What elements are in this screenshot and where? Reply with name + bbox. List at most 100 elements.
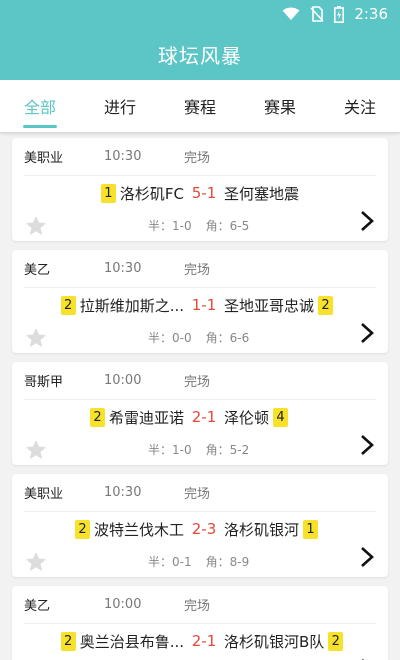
match-time: 10:30 [104,261,142,276]
away-team: 洛杉矶银河B队 [224,632,325,651]
league-name: 美职业 [24,151,64,166]
half-score: 半：0-0 [148,330,192,345]
match-footer: 半：0-1 角：8-9 [24,546,376,576]
star-icon[interactable] [24,438,48,462]
half-score: 半：1-0 [148,218,192,233]
match-score: 2-1 [191,408,217,426]
league-name: 美乙 [24,599,51,614]
away-team: 圣地亚哥忠诚 [224,296,315,315]
home-team: 拉斯维加斯之... [79,296,184,315]
away-side: 圣何塞地震 [224,183,376,204]
match-header: 美职业 10:30 完场 [24,138,376,176]
home-side: 2 希雷迪亚诺 [24,407,184,428]
match-footer: 半：1-0 角：6-5 [24,210,376,240]
away-rank-badge: 1 [303,519,319,539]
chevron-right-icon[interactable] [358,209,376,233]
match-stats: 半：0-1 角：8-9 [148,553,249,570]
away-side: 洛杉矶银河B队 2 [224,631,376,652]
match-teams: 2 希雷迪亚诺 2-1 泽伦顿 4 [24,400,376,434]
no-sim-icon [310,6,324,22]
match-stats: 半：1-0 角：6-5 [148,217,249,234]
home-team: 洛杉矶FC [119,184,184,203]
tab-bar: 全部 进行 赛程 赛果 关注 [0,80,400,132]
half-score: 半：0-1 [148,554,192,569]
chevron-right-icon[interactable] [358,545,376,569]
match-score: 2-1 [191,632,217,650]
league-name: 美乙 [24,263,51,278]
match-card[interactable]: 美乙 10:00 完场 2 奥兰治县布鲁... 2-1 洛杉矶银河B队 2 [12,586,388,660]
app-bar: 球坛风暴 [0,28,400,80]
home-side: 1 洛杉矶FC [24,183,184,204]
match-footer: 半：0-0 角：6-6 [24,322,376,352]
league-name: 美职业 [24,487,64,502]
match-status: 完场 [184,375,211,390]
corner-count: 角：6-6 [205,330,250,345]
match-status: 完场 [184,263,211,278]
home-side: 2 拉斯维加斯之... [24,295,184,316]
match-status: 完场 [184,487,211,502]
match-teams: 2 拉斯维加斯之... 1-1 圣地亚哥忠诚 2 [24,288,376,322]
star-icon[interactable] [24,214,48,238]
half-score: 半：1-0 [148,442,192,457]
home-rank-badge: 2 [89,407,105,427]
match-card[interactable]: 哥斯甲 10:00 完场 2 希雷迪亚诺 2-1 泽伦顿 4 半：1-0 角：5… [12,362,388,465]
match-list: 美职业 10:30 完场 1 洛杉矶FC 5-1 圣何塞地震 半：1-0 角：6… [0,132,400,660]
tab-2[interactable]: 赛程 [160,80,240,132]
match-score: 1-1 [191,296,217,314]
match-score: 2-3 [191,520,217,538]
match-card[interactable]: 美职业 10:30 完场 2 波特兰伐木工 2-3 洛杉矶银河 1 半：0-1 … [12,474,388,577]
match-score: 5-1 [191,184,217,202]
match-stats: 半：0-0 角：6-6 [148,329,249,346]
away-rank-badge: 2 [328,631,344,651]
corner-count: 角：6-5 [205,218,250,233]
match-header: 美乙 10:30 完场 [24,250,376,288]
app-title: 球坛风暴 [158,43,242,68]
wifi-icon [282,7,300,20]
tab-label: 进行 [103,98,136,117]
away-side: 洛杉矶银河 1 [224,519,376,540]
match-time: 10:00 [104,597,142,612]
match-stats: 半：1-0 角：5-2 [148,441,249,458]
tab-3[interactable]: 赛果 [240,80,320,132]
away-side: 圣地亚哥忠诚 2 [224,295,376,316]
status-time: 2:36 [354,5,388,23]
match-time: 10:00 [104,373,142,388]
match-teams: 2 波特兰伐木工 2-3 洛杉矶银河 1 [24,512,376,546]
match-header: 美乙 10:00 完场 [24,586,376,624]
match-status: 完场 [184,599,211,614]
tab-0[interactable]: 全部 [0,80,80,132]
match-time: 10:30 [104,149,142,164]
home-side: 2 波特兰伐木工 [24,519,184,540]
status-bar: 2:36 [0,0,400,28]
tab-label: 全部 [23,98,56,117]
tab-label: 关注 [343,98,376,117]
match-card[interactable]: 美职业 10:30 完场 1 洛杉矶FC 5-1 圣何塞地震 半：1-0 角：6… [12,138,388,241]
chevron-right-icon[interactable] [358,321,376,345]
chevron-right-icon[interactable] [358,433,376,457]
corner-count: 角：8-9 [205,554,250,569]
battery-icon [334,5,345,23]
home-team: 希雷迪亚诺 [108,408,184,427]
match-status: 完场 [184,151,211,166]
home-rank-badge: 2 [74,519,90,539]
home-rank-badge: 2 [60,295,76,315]
match-card[interactable]: 美乙 10:30 完场 2 拉斯维加斯之... 1-1 圣地亚哥忠诚 2 半：0… [12,250,388,353]
match-teams: 1 洛杉矶FC 5-1 圣何塞地震 [24,176,376,210]
match-time: 10:30 [104,485,142,500]
star-icon[interactable] [24,326,48,350]
away-team: 洛杉矶银河 [224,520,300,539]
home-team: 波特兰伐木工 [93,520,184,539]
tab-1[interactable]: 进行 [80,80,160,132]
match-header: 哥斯甲 10:00 完场 [24,362,376,400]
away-side: 泽伦顿 4 [224,407,376,428]
star-icon[interactable] [24,550,48,574]
corner-count: 角：5-2 [205,442,250,457]
home-rank-badge: 1 [100,183,116,203]
match-header: 美职业 10:30 完场 [24,474,376,512]
home-side: 2 奥兰治县布鲁... [24,631,184,652]
away-team: 泽伦顿 [224,408,270,427]
home-team: 奥兰治县布鲁... [79,632,184,651]
tab-label: 赛果 [263,98,296,117]
tab-4[interactable]: 关注 [320,80,400,132]
match-teams: 2 奥兰治县布鲁... 2-1 洛杉矶银河B队 2 [24,624,376,658]
